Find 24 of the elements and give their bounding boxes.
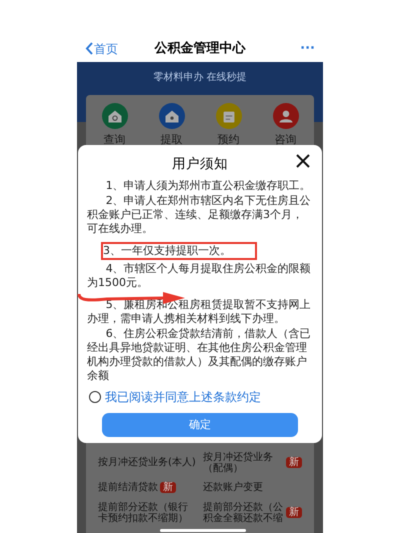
confirm-button[interactable]: 确定 — [102, 413, 298, 437]
close-button[interactable] — [296, 154, 310, 168]
close-icon — [296, 154, 310, 168]
notice-item: 6、住房公积金贷款结清前，借款人（含已经出具异地贷款证明、在其他住房公积金管理机构办理贷款的借款人）及其配偶的缴存账户余额 — [87, 327, 312, 383]
new-badge: 新 — [286, 507, 302, 518]
service-item[interactable]: 按月冲还贷业务(本人) — [98, 450, 197, 475]
page-title: 公积金管理中心 — [153, 40, 247, 58]
agree-label[interactable]: 我已阅读并同意上述条款约定 — [105, 388, 261, 406]
new-badge: 新 — [160, 482, 176, 493]
banner-subtitle: 零材料申办 在线秒提 — [153, 70, 247, 84]
notice-item: 2、申请人在郑州市辖区内名下无住房且公积金账户已正常、连续、足额缴存满3个月，可在线办理。 — [87, 194, 312, 236]
service-item[interactable]: 提前部分还款（银行卡预约扣款不缩期） — [98, 500, 197, 525]
service-item[interactable]: 按月冲还贷业务（配偶） 新 — [203, 450, 302, 475]
service-item[interactable]: 还款账户变更 — [203, 475, 302, 500]
service-item[interactable]: 提前结清贷款 新 — [98, 475, 197, 500]
more-button[interactable]: ··· — [265, 38, 315, 58]
back-button[interactable]: 首页 — [85, 40, 135, 58]
agree-radio[interactable] — [89, 391, 101, 403]
dialog-title: 用户须知 — [172, 154, 228, 174]
notice-item: 1、申请人须为郑州市直公积金缴存职工。 — [104, 179, 312, 193]
back-icon — [85, 42, 93, 55]
new-badge: 新 — [286, 457, 302, 468]
notice-item: 4、市辖区个人每月提取住房公积金的限额为1500元。 — [87, 262, 312, 290]
notice-item: 3、一年仅支持提职一次。 — [101, 242, 257, 260]
